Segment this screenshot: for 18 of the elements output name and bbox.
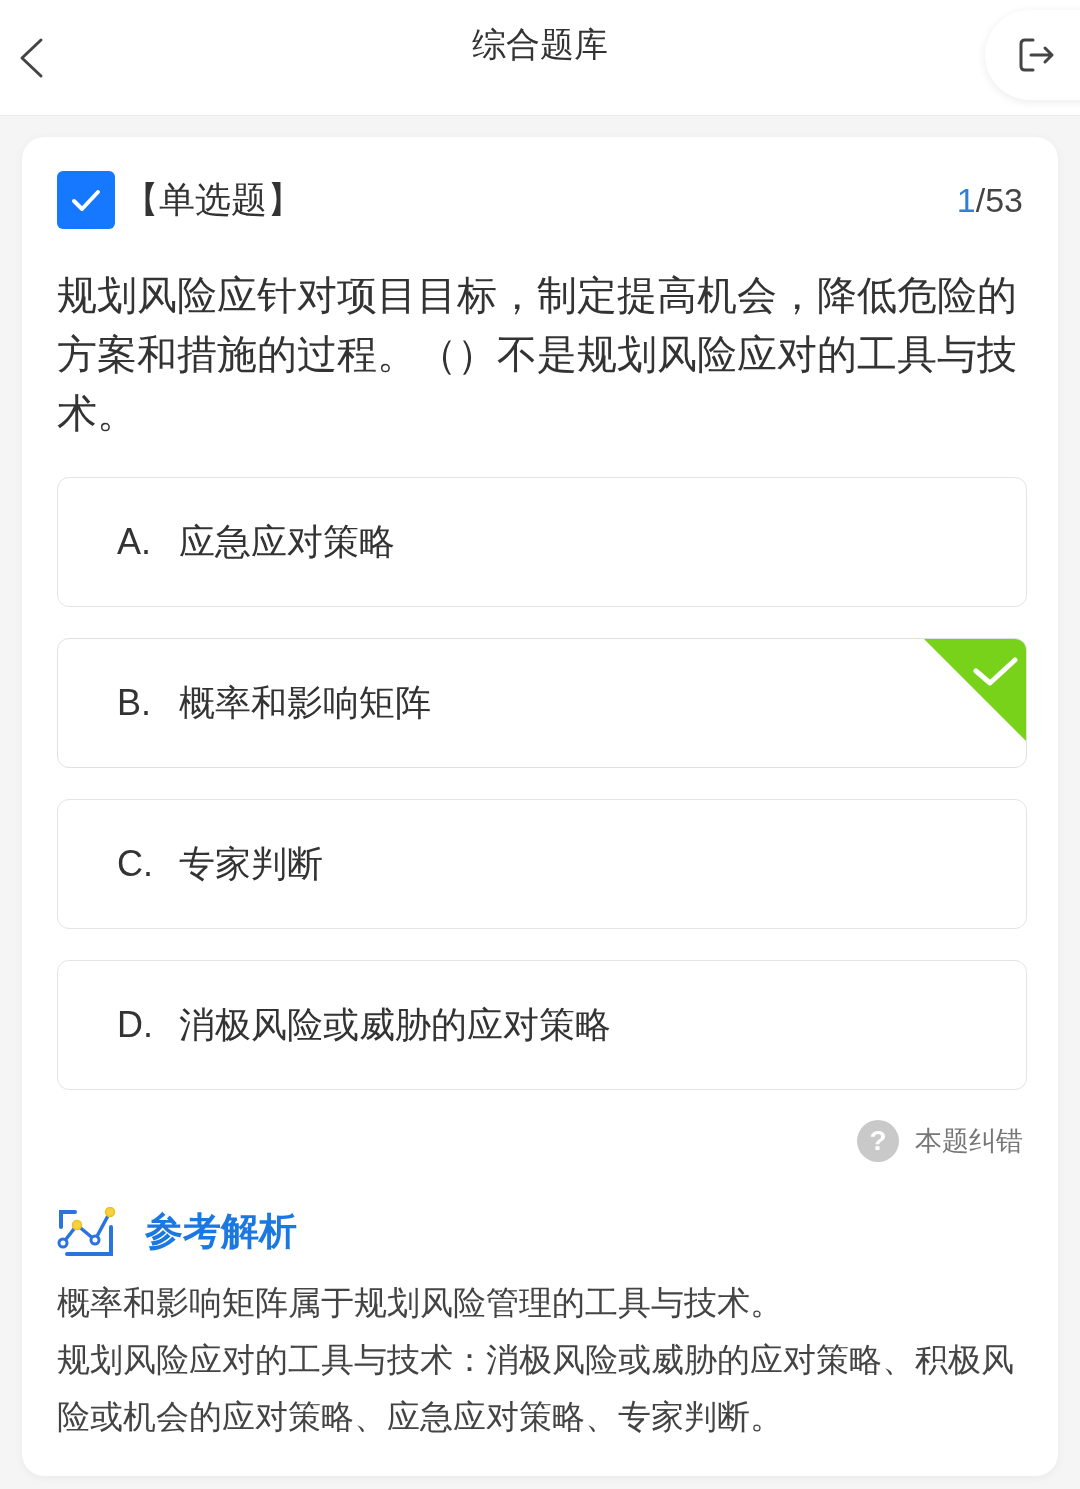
question-counter: 1/53 [956,180,1023,220]
answer-option[interactable]: B. 概率和影响矩阵 [57,638,1027,768]
back-icon [18,36,44,79]
page-title: 综合题库 [472,24,608,65]
report-error-link[interactable]: ? 本题纠错 [857,1120,1027,1162]
back-button[interactable] [18,36,44,79]
answer-option[interactable]: A. 应急应对策略 [57,477,1027,607]
question-text: 规划风险应针对项目目标，制定提高机会，降低危险的方案和措施的过程。（）不是规划风险应对的工具与技术。 [57,272,1018,437]
question-type: 【单选题】 [123,177,303,222]
line-chart-icon [57,1206,117,1257]
analysis-title: 参考解析 [145,1209,297,1254]
analysis-text: 概率和影响矩阵属于规划风险管理的工具与技术。 [57,1283,784,1323]
answer-option[interactable]: D. 消极风险或威胁的应对策略 [57,960,1027,1090]
help-icon: ? [857,1120,899,1162]
checkbox-icon [57,171,115,229]
analysis-text: 规划风险应对的工具与技术：消极风险或威胁的应对策略、积极风险或机会的应对策略、应急应对策略、专家判断。 [57,1340,1015,1437]
corner-check-icon [923,639,1026,742]
answer-option[interactable]: C. 专家判断 [57,799,1027,929]
